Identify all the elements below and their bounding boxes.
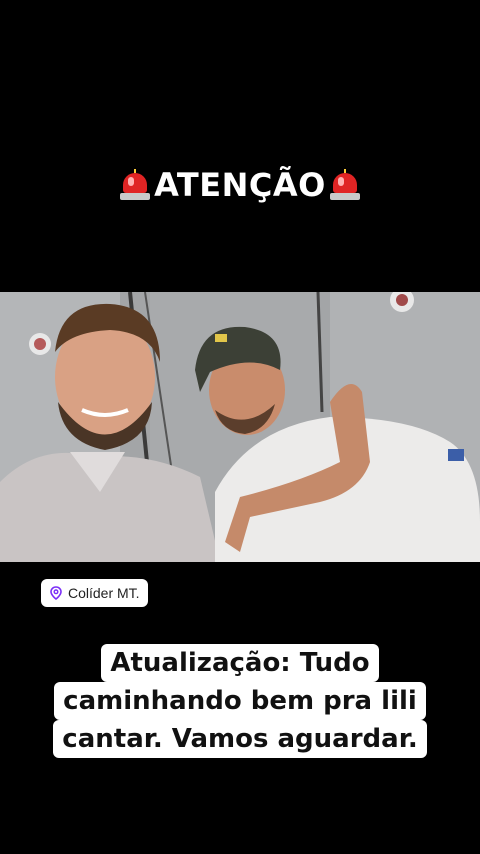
caption-block: Atualização: Tudo caminhando bem pra lil… xyxy=(0,644,480,758)
location-sticker[interactable]: Colíder MT. xyxy=(41,579,148,607)
police-siren-icon xyxy=(120,169,151,201)
caption-line: cantar. Vamos aguardar. xyxy=(53,720,427,758)
headline-text: ATENÇÃO xyxy=(154,166,326,204)
headline: ATENÇÃO xyxy=(0,166,480,204)
police-siren-icon xyxy=(329,169,360,201)
location-label: Colíder MT. xyxy=(68,585,140,601)
video-frame[interactable] xyxy=(0,292,480,562)
caption-line: Atualização: Tudo xyxy=(101,644,379,682)
location-pin-icon xyxy=(50,586,62,601)
video-image xyxy=(0,292,480,562)
caption-line: caminhando bem pra lili xyxy=(54,682,426,720)
